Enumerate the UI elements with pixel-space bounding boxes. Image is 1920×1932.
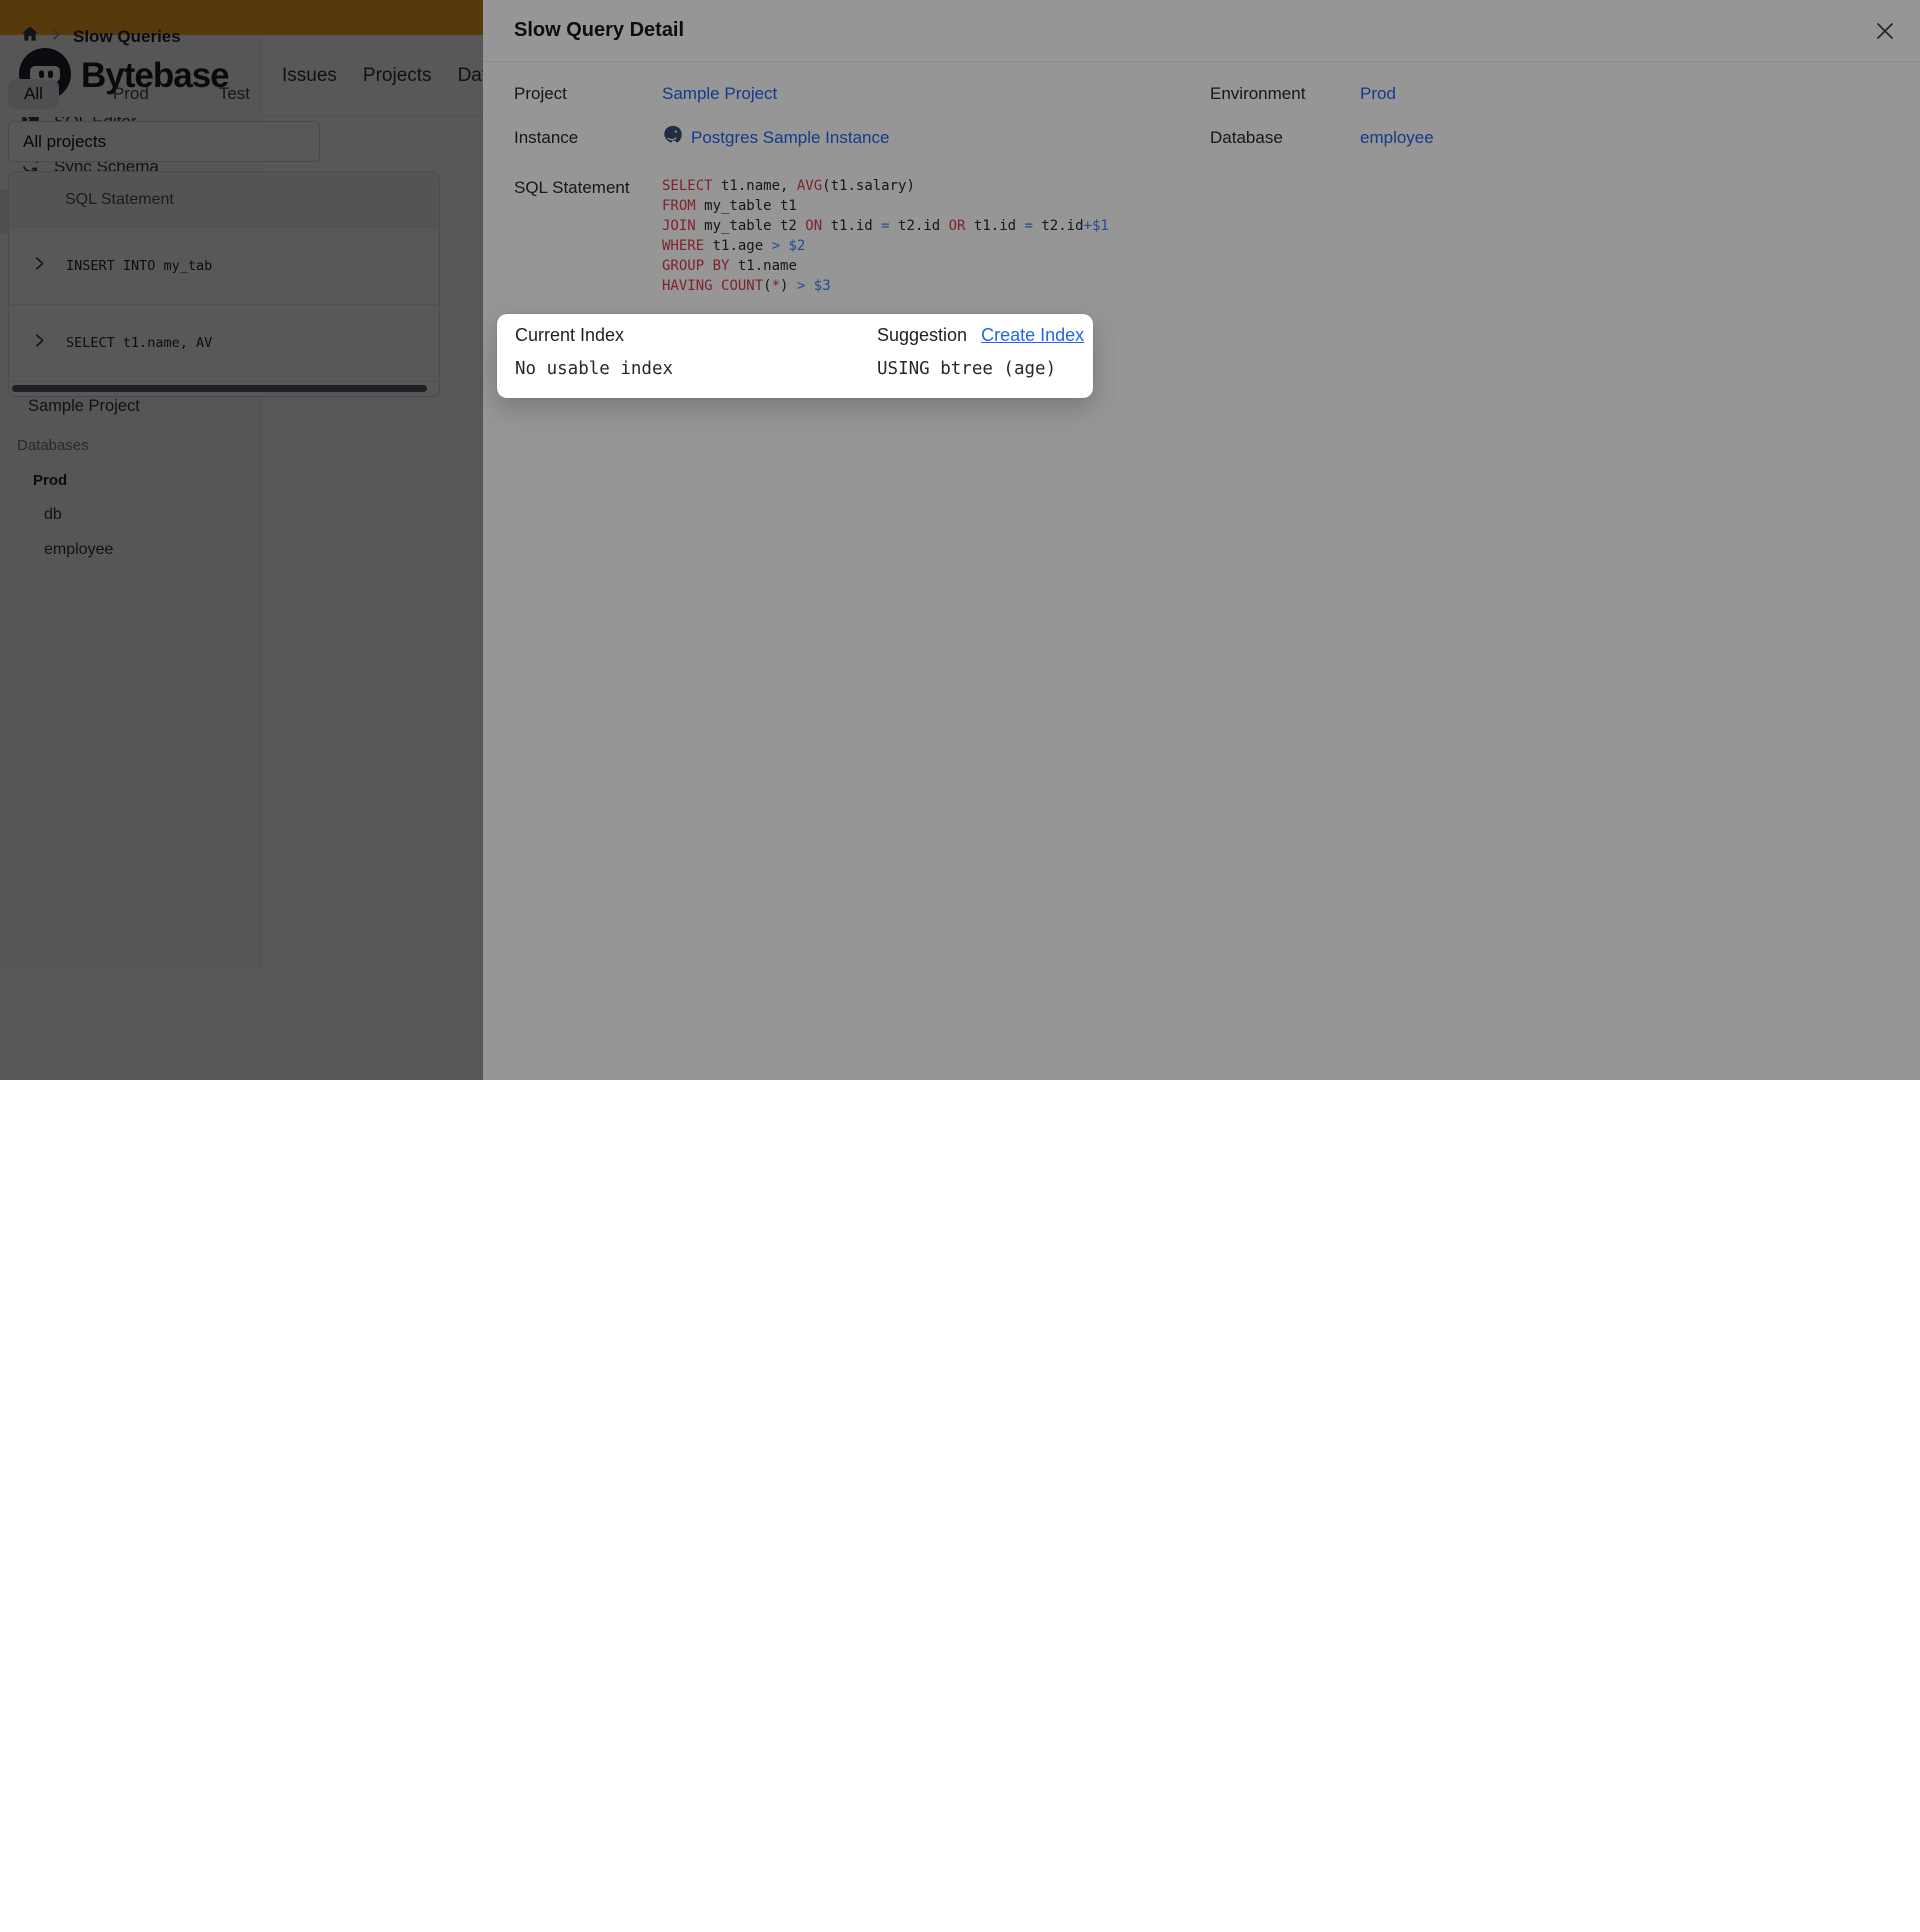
suggestion-label: Suggestion (877, 325, 967, 346)
main-content: Slow Queries All Prod Test All projects … (0, 969, 1658, 1932)
popup-value-row: No usable index USING btree (age) (515, 356, 1079, 382)
index-suggestion-popup: Current Index Suggestion Create Index No… (497, 314, 1093, 398)
current-index-value: No usable index (515, 359, 673, 379)
current-index-label: Current Index (515, 325, 624, 346)
suggestion-header: Suggestion Create Index (877, 325, 1084, 346)
popup-header-row: Current Index Suggestion Create Index (515, 322, 1079, 348)
suggestion-value: USING btree (age) (877, 359, 1056, 379)
popup-overlay[interactable] (0, 0, 1920, 1080)
create-index-link[interactable]: Create Index (981, 325, 1084, 346)
